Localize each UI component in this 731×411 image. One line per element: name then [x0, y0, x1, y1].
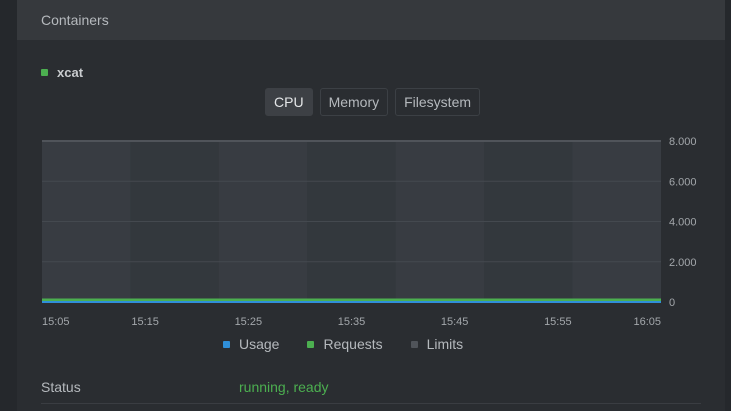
x-tick-label: 15:25: [235, 316, 263, 328]
right-scrollbar-gutter: [725, 0, 731, 411]
container-status-dot: [41, 69, 48, 76]
container-name: xcat: [57, 65, 84, 80]
tab-filesystem[interactable]: Filesystem: [395, 88, 481, 116]
tab-memory[interactable]: Memory: [319, 88, 389, 116]
x-tick-label: 15:35: [338, 316, 366, 328]
legend-item-requests[interactable]: Requests: [307, 336, 383, 352]
status-label: Status: [41, 379, 81, 395]
left-gutter: [0, 0, 17, 411]
legend-swatch-usage: [223, 340, 230, 348]
y-tick-label: 6.000: [669, 176, 697, 188]
panel-title: Containers: [41, 12, 109, 28]
status-value: running, ready: [239, 379, 329, 395]
legend-swatch-requests: [307, 340, 315, 348]
panel-header: Containers: [17, 0, 725, 40]
legend-label-usage: Usage: [239, 336, 280, 352]
container-name-row: xcat: [41, 65, 83, 80]
y-tick-label: 2.000: [669, 257, 697, 269]
y-tick-label: 8.000: [669, 136, 697, 148]
tab-cpu[interactable]: CPU: [265, 88, 313, 116]
cpu-chart: 0 2.000 4.000 6.000 8.000 15:05 15:15 15:25 15:3…: [17, 130, 725, 330]
chart-svg: 0 2.000 4.000 6.000 8.000 15:05 15:15 15:25 15:3…: [42, 136, 697, 328]
x-tick-label: 15:15: [131, 316, 159, 328]
legend-item-limits[interactable]: Limits: [410, 336, 464, 352]
status-row: Status running, ready: [41, 377, 701, 404]
metric-tabs: CPU Memory Filesystem: [265, 88, 481, 116]
y-tick-label: 0: [669, 297, 675, 309]
containers-panel: Containers xcat CPU Memory Filesystem 0 2…: [17, 0, 725, 411]
legend-label-requests: Requests: [323, 336, 383, 352]
legend-label-limits: Limits: [426, 336, 464, 352]
series-area-limits: [42, 141, 661, 302]
chart-legend: Usage Requests Limits: [223, 336, 491, 352]
y-tick-label: 4.000: [669, 217, 697, 229]
x-tick-label: 16:05: [633, 316, 661, 328]
legend-swatch-limits: [410, 340, 418, 348]
x-tick-label: 15:55: [544, 316, 572, 328]
legend-item-usage[interactable]: Usage: [223, 336, 279, 352]
x-tick-label: 15:45: [441, 316, 469, 328]
x-tick-label: 15:05: [42, 316, 70, 328]
